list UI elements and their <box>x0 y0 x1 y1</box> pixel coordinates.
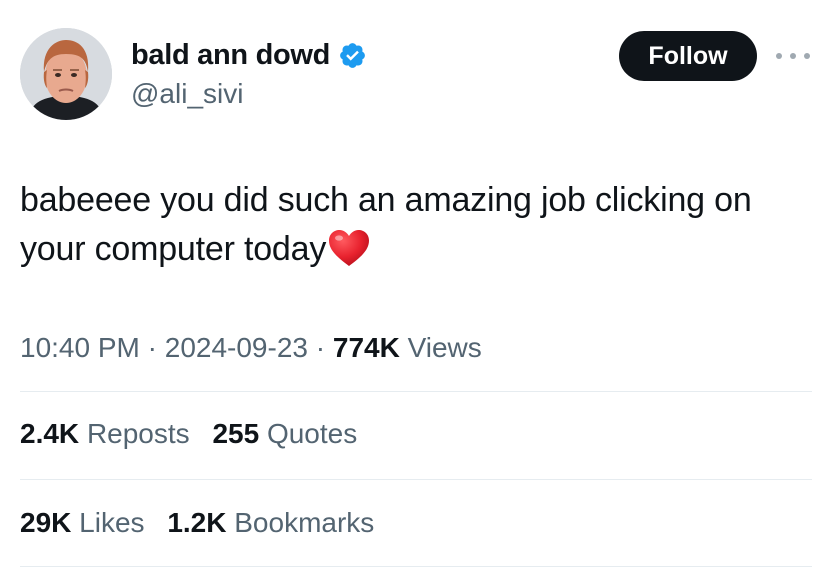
more-dot <box>804 53 810 59</box>
divider <box>20 479 812 480</box>
author-name-row: bald ann dowd <box>131 36 367 74</box>
author-display-name[interactable]: bald ann dowd <box>131 36 330 74</box>
stats-row-reactions: 29K Likes 1.2K Bookmarks <box>20 505 389 541</box>
bookmarks-count: 1.2K <box>167 507 227 538</box>
verified-badge-icon <box>338 41 367 70</box>
follow-button[interactable]: Follow <box>619 31 757 81</box>
views-count: 774K <box>332 332 400 363</box>
divider <box>20 391 812 392</box>
tweet-text: babeeee you did such an amazing job clic… <box>20 176 820 274</box>
meta-separator: · <box>147 332 157 363</box>
likes-stat[interactable]: 29K Likes <box>20 505 145 541</box>
tweet-date[interactable]: 2024-09-23 <box>165 332 308 363</box>
views-label: Views <box>407 332 482 363</box>
quotes-label: Quotes <box>266 418 358 449</box>
reposts-stat[interactable]: 2.4K Reposts <box>20 416 190 452</box>
avatar[interactable] <box>20 28 112 120</box>
tweet-card: bald ann dowd @ali_sivi Follow babeeee y… <box>0 0 832 567</box>
author-handle[interactable]: @ali_sivi <box>131 76 243 112</box>
avatar-photo <box>20 28 112 120</box>
stats-row-engagement: 2.4K Reposts 255 Quotes <box>20 416 372 452</box>
tweet-body: babeeee you did such an amazing job clic… <box>20 181 752 268</box>
bookmarks-label: Bookmarks <box>234 507 375 538</box>
tweet-meta: 10:40 PM · 2024-09-23 · 774K Views <box>20 330 482 366</box>
more-dot <box>790 53 796 59</box>
likes-label: Likes <box>79 507 145 538</box>
reposts-count: 2.4K <box>20 418 80 449</box>
more-options-icon[interactable] <box>776 44 810 68</box>
likes-count: 29K <box>20 507 72 538</box>
reposts-label: Reposts <box>86 418 190 449</box>
bookmarks-stat[interactable]: 1.2K Bookmarks <box>167 505 374 541</box>
tweet-time[interactable]: 10:40 PM <box>20 332 140 363</box>
red-heart-icon <box>327 228 371 268</box>
quotes-count: 255 <box>212 418 260 449</box>
quotes-stat[interactable]: 255 Quotes <box>212 416 357 452</box>
meta-separator: · <box>315 332 326 363</box>
more-dot <box>776 53 782 59</box>
